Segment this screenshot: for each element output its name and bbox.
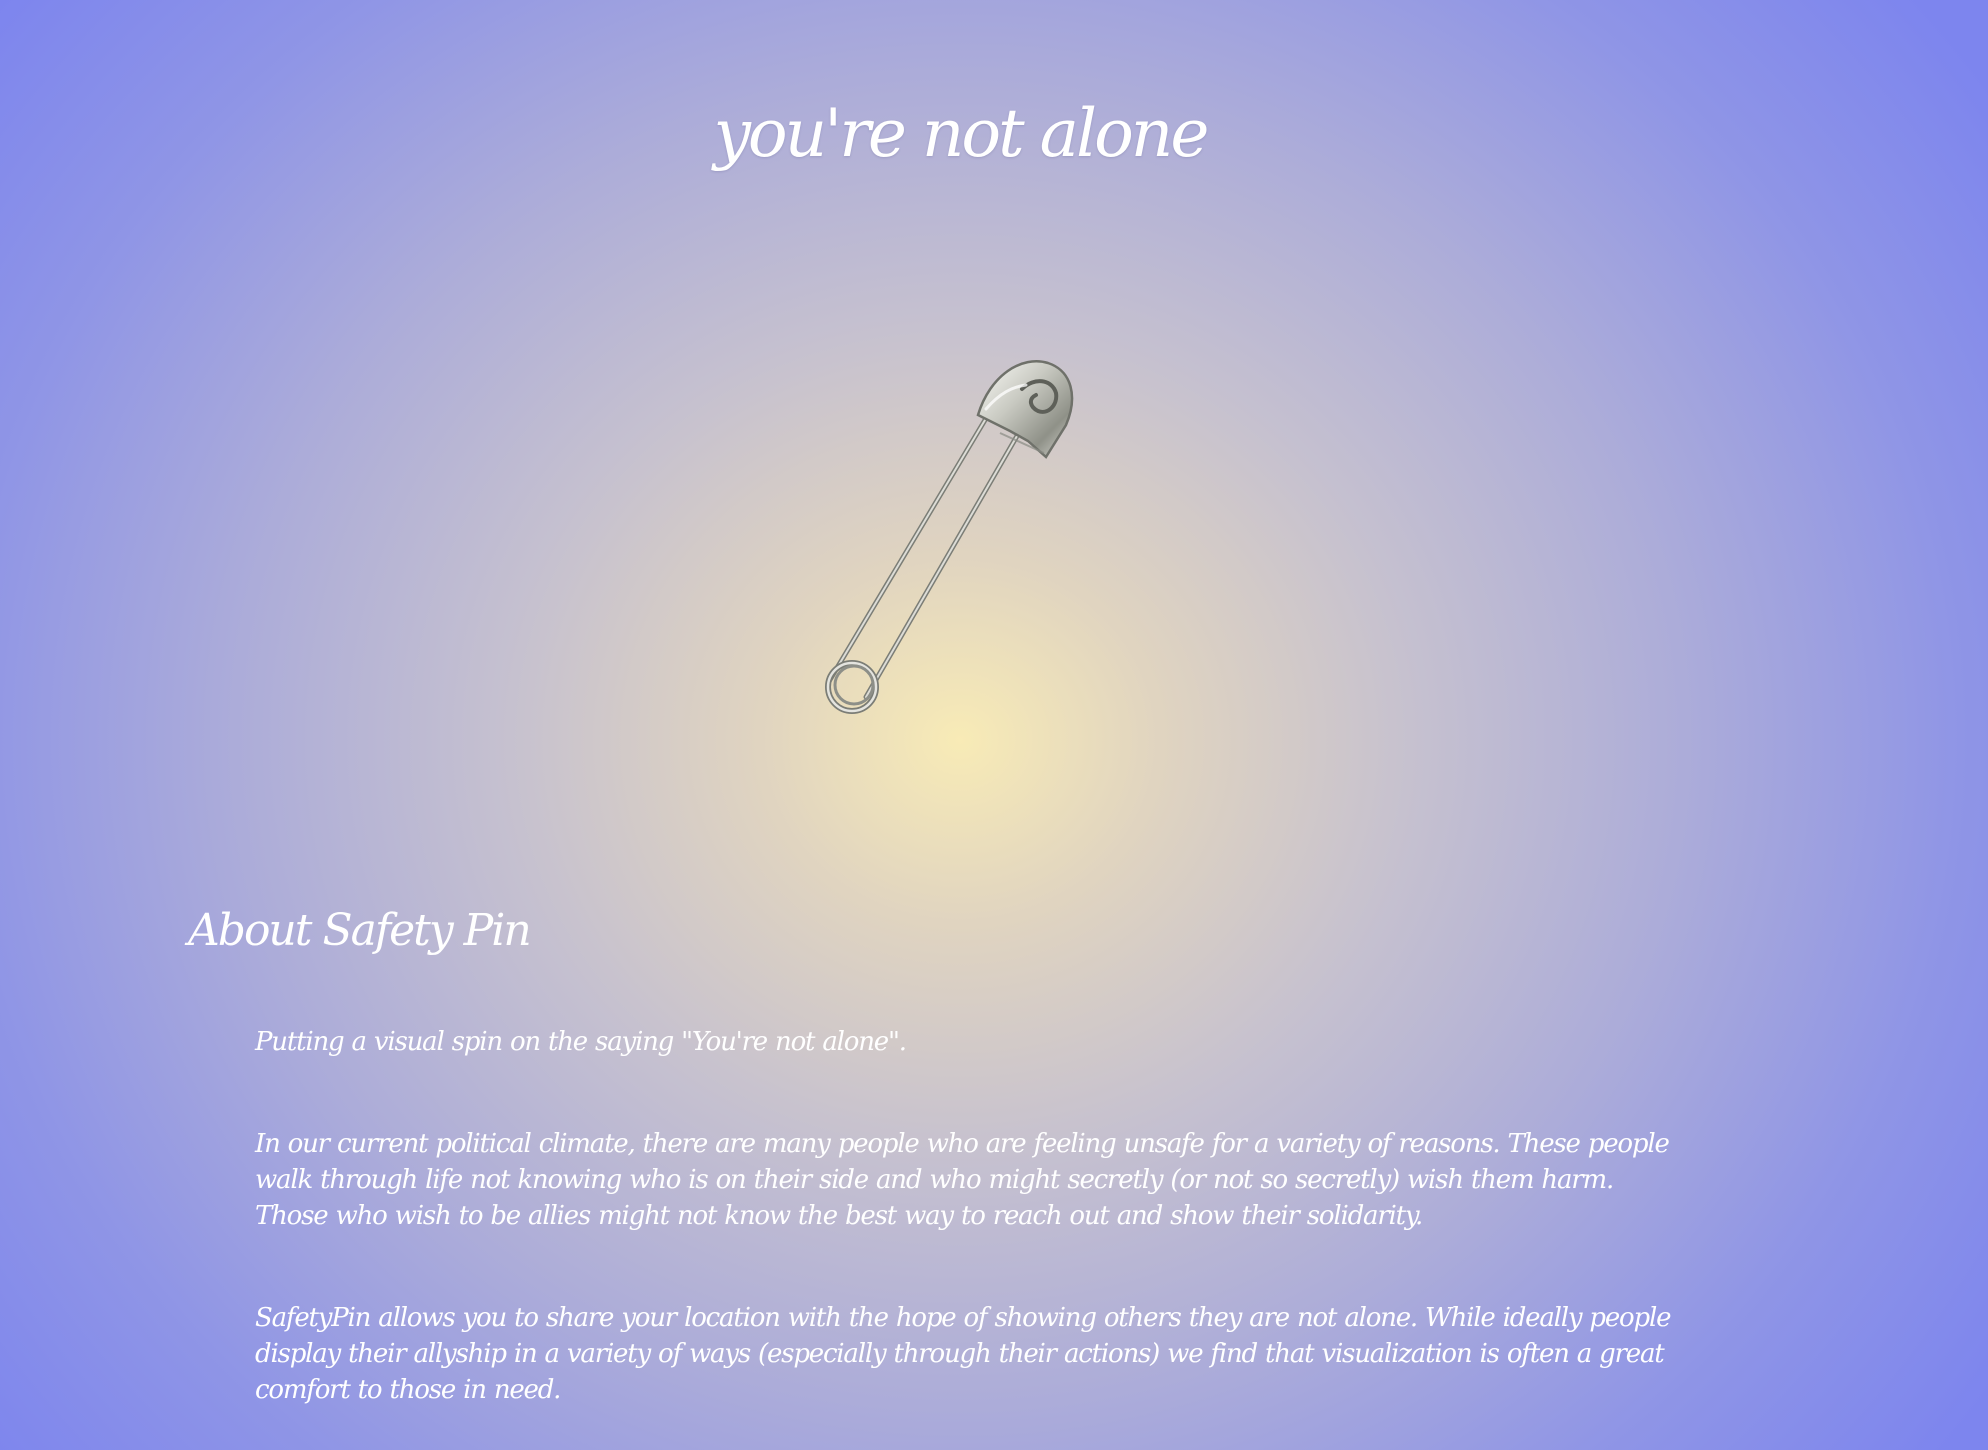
about-heading: About Safety Pin xyxy=(188,905,532,956)
about-paragraph-mission: SafetyPin allows you to share your locat… xyxy=(255,1303,1671,1405)
about-paragraph-tagline: Putting a visual spin on the saying "You… xyxy=(255,1027,907,1057)
safety-pin-icon xyxy=(825,360,1074,714)
safety-pin-image xyxy=(800,345,1100,735)
hero-title: you're not alone xyxy=(713,95,1210,172)
about-paragraph-context: In our current political climate, there … xyxy=(255,1129,1670,1231)
